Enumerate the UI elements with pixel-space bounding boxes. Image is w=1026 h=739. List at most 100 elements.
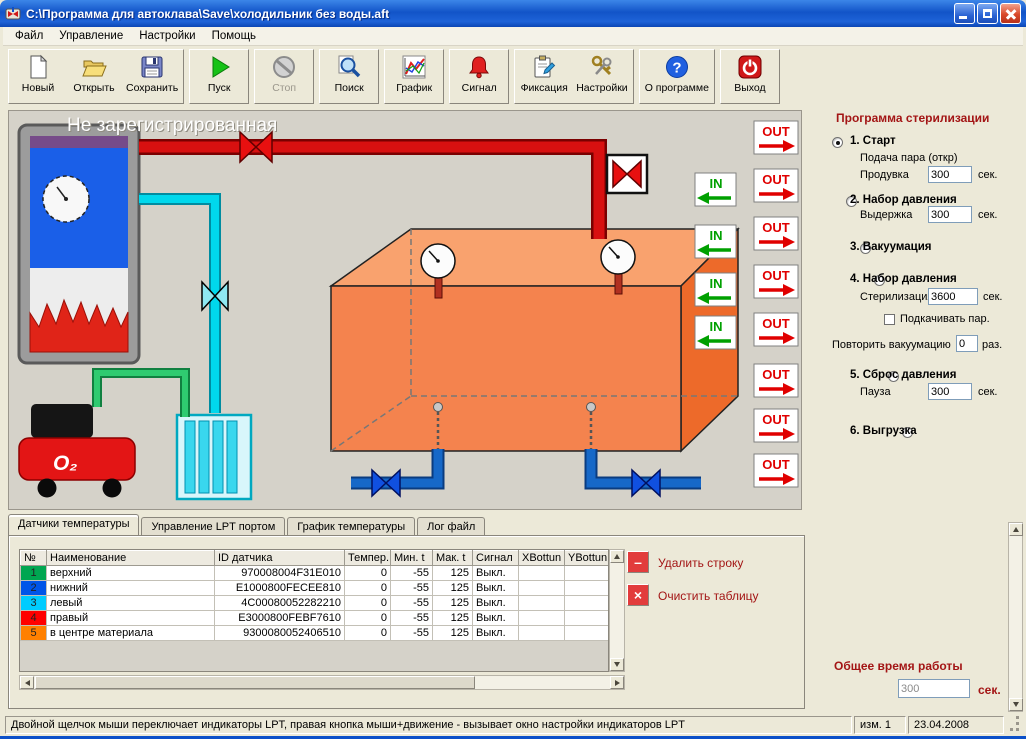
out-indicator-6[interactable]: OUT: [753, 363, 799, 398]
svg-text:?: ?: [672, 60, 681, 77]
col-number[interactable]: №: [20, 550, 47, 566]
start-button[interactable]: Пуск: [191, 51, 247, 102]
col-sensor-id[interactable]: ID датчика: [214, 550, 345, 566]
svg-text:OUT: OUT: [762, 124, 790, 139]
cell-y: [564, 580, 608, 596]
col-min-t[interactable]: Мин. t: [390, 550, 433, 566]
new-document-icon: [30, 54, 48, 79]
col-name[interactable]: Наименование: [46, 550, 215, 566]
maximize-button[interactable]: [977, 3, 998, 24]
blowdown-input[interactable]: [928, 166, 972, 183]
bottom-tabs: Датчики температуры Управление LPT порто…: [8, 514, 487, 535]
unregistered-watermark: Не зарегистрированная: [67, 115, 277, 136]
drain-valve-left[interactable]: [371, 468, 401, 498]
step4-label: 4. Набор давления: [850, 273, 957, 285]
minimize-button[interactable]: [954, 3, 975, 24]
scrollbar-thumb[interactable]: [35, 676, 475, 689]
menu-item-control[interactable]: Управление: [51, 28, 131, 44]
boxed-valve[interactable]: [605, 153, 649, 195]
toolbar-group-stop: Стоп: [254, 49, 315, 104]
in-indicator-4[interactable]: IN: [694, 315, 737, 350]
cell-signal: Выкл.: [472, 595, 519, 611]
scroll-up-icon[interactable]: [610, 550, 624, 563]
titlebar[interactable]: C:\Программа для автоклава\Save\холодиль…: [0, 0, 1026, 27]
menu-item-settings[interactable]: Настройки: [131, 28, 203, 44]
in-indicator-3[interactable]: IN: [694, 272, 737, 307]
resize-grip[interactable]: [1006, 716, 1021, 734]
row-color-swatch: 5: [20, 625, 47, 641]
table-row[interactable]: 2 нижний E1000800FECEE810 0 -55 125 Выкл…: [20, 580, 608, 596]
pause-input[interactable]: [928, 383, 972, 400]
col-signal[interactable]: Сигнал: [472, 550, 519, 566]
tab-log-file[interactable]: Лог файл: [417, 517, 486, 535]
stop-button[interactable]: Стоп: [256, 51, 312, 102]
toolbar-group-tools: Фиксация Настройки: [514, 49, 634, 104]
scroll-down-icon[interactable]: [1009, 698, 1023, 711]
table-vertical-scrollbar[interactable]: [609, 549, 625, 672]
col-temperature[interactable]: Темпер.: [344, 550, 391, 566]
clear-table-button[interactable]: ×: [627, 584, 649, 606]
sterilization-input[interactable]: [928, 288, 978, 305]
save-button[interactable]: Сохранить: [122, 51, 182, 102]
chart-button[interactable]: График: [386, 51, 442, 102]
svg-text:IN: IN: [710, 176, 723, 191]
out-indicator-3[interactable]: OUT: [753, 216, 799, 251]
out-indicator-8[interactable]: OUT: [753, 453, 799, 488]
drain-valve-right[interactable]: [631, 468, 661, 498]
search-button[interactable]: Поиск: [321, 51, 377, 102]
col-xbottun[interactable]: XBottun: [518, 550, 565, 566]
scroll-left-icon[interactable]: [20, 676, 34, 689]
out-indicator-2[interactable]: OUT: [753, 168, 799, 203]
signal-button[interactable]: Сигнал: [451, 51, 507, 102]
out-indicator-5[interactable]: OUT: [753, 312, 799, 347]
blowdown-unit: сек.: [978, 169, 998, 181]
scroll-right-icon[interactable]: [610, 676, 624, 689]
svg-text:OUT: OUT: [762, 172, 790, 187]
table-row[interactable]: 1 верхний 970008004F31E010 0 -55 125 Вык…: [20, 565, 608, 581]
in-indicator-1[interactable]: IN: [694, 172, 737, 207]
step1-radio[interactable]: [832, 137, 843, 148]
col-max-t[interactable]: Мак. t: [432, 550, 473, 566]
keys-icon: [591, 55, 612, 76]
table-row[interactable]: 4 правый E3000800FEBF7610 0 -55 125 Выкл…: [20, 610, 608, 626]
out-indicator-7[interactable]: OUT: [753, 408, 799, 443]
svg-text:OUT: OUT: [762, 367, 790, 382]
scroll-up-icon[interactable]: [1009, 523, 1023, 536]
close-button[interactable]: [1000, 3, 1021, 24]
tab-temperature-sensors[interactable]: Датчики температуры: [8, 514, 140, 535]
about-button[interactable]: ? О программе: [641, 51, 713, 102]
boiler-tank: [17, 123, 141, 365]
out-indicator-4[interactable]: OUT: [753, 264, 799, 299]
pump-steam-checkbox[interactable]: [884, 314, 895, 325]
tab-lpt-port-control[interactable]: Управление LPT портом: [141, 517, 286, 535]
pump-steam-label: Подкачивать пар.: [900, 313, 990, 325]
toolbar-group-start: Пуск: [189, 49, 250, 104]
open-button[interactable]: Открыть: [66, 51, 122, 102]
scroll-down-icon[interactable]: [610, 658, 624, 671]
svg-text:OUT: OUT: [762, 316, 790, 331]
drain-pipe-right: [584, 449, 701, 490]
fixation-button[interactable]: Фиксация: [516, 51, 572, 102]
total-time-input[interactable]: [898, 679, 970, 698]
delete-row-button[interactable]: –: [627, 551, 649, 573]
table-row[interactable]: 3 левый 4C00080052282210 0 -55 125 Выкл.: [20, 595, 608, 611]
settings-button[interactable]: Настройки: [572, 51, 632, 102]
menu-item-file[interactable]: Файл: [7, 28, 51, 44]
exit-button[interactable]: Выход: [722, 51, 778, 102]
in-indicator-2[interactable]: IN: [694, 224, 737, 259]
cell-max: 125: [432, 565, 473, 581]
menu-item-help[interactable]: Помощь: [204, 28, 264, 44]
out-indicator-1[interactable]: OUT: [753, 120, 799, 155]
tab-temperature-chart[interactable]: График температуры: [287, 517, 416, 535]
holding-input[interactable]: [928, 206, 972, 223]
col-ybottun[interactable]: YBottun: [564, 550, 608, 566]
total-time-label: Общее время работы: [834, 659, 963, 673]
total-time-unit: сек.: [978, 683, 1001, 697]
new-button[interactable]: Новый: [10, 51, 66, 102]
question-mark-icon: ?: [665, 56, 688, 78]
table-row[interactable]: 5 в центре материала 9300080052406510 0 …: [20, 625, 608, 641]
panel-scrollbar[interactable]: [1008, 522, 1023, 712]
cell-max: 125: [432, 580, 473, 596]
table-horizontal-scrollbar[interactable]: [19, 675, 625, 690]
repeat-vacuum-input[interactable]: [956, 335, 978, 352]
